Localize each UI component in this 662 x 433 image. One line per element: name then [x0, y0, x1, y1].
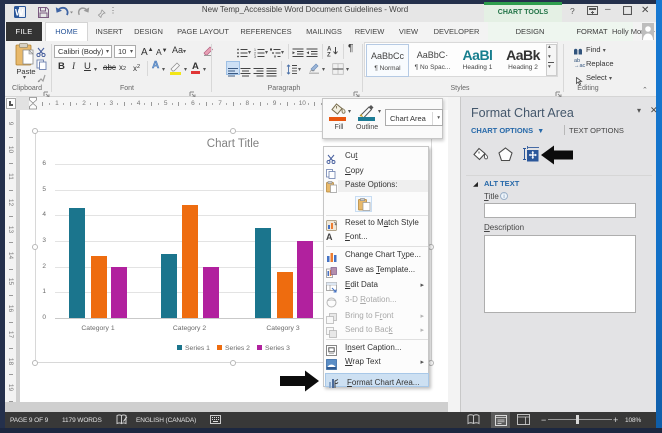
- svg-text:3: 3: [254, 55, 256, 58]
- svg-text:Z: Z: [327, 53, 331, 58]
- svg-text:W: W: [15, 8, 24, 18]
